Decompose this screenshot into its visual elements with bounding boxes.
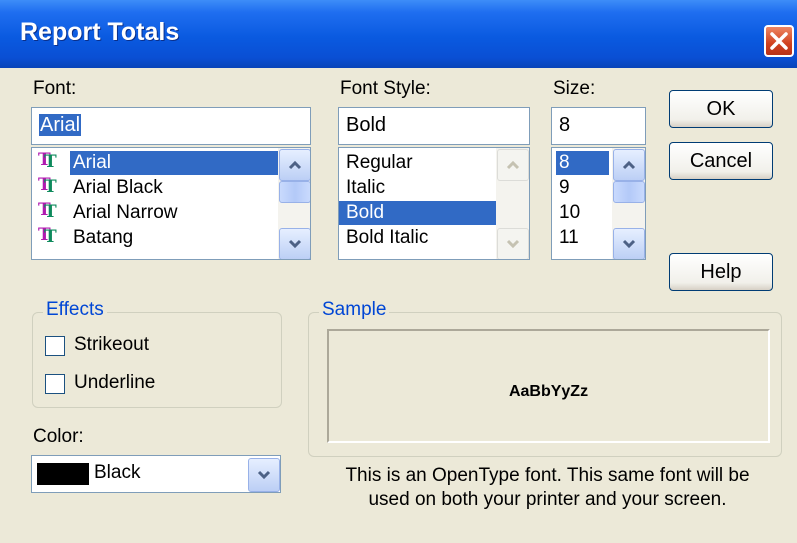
strikeout-label[interactable]: Strikeout xyxy=(74,334,149,356)
font-style-scroll-up-button[interactable] xyxy=(497,149,529,181)
chevron-up-icon xyxy=(622,160,636,170)
sample-legend: Sample xyxy=(319,299,390,321)
chevron-down-icon xyxy=(506,239,520,249)
font-scroll-down-button[interactable] xyxy=(279,228,310,259)
chevron-up-icon xyxy=(506,160,520,170)
size-input[interactable]: 8 xyxy=(551,107,646,145)
color-dropdown-button[interactable] xyxy=(248,458,280,492)
underline-checkbox[interactable] xyxy=(45,374,65,394)
color-label: Color: xyxy=(33,426,84,447)
chevron-down-icon xyxy=(257,470,271,480)
size-scroll-down-button[interactable] xyxy=(613,228,645,259)
font-info-line2: used on both your printer and your scree… xyxy=(368,489,727,510)
color-swatch xyxy=(37,463,89,485)
font-style-list-item[interactable]: Bold xyxy=(339,201,501,225)
font-style-list-item[interactable]: Regular xyxy=(339,151,501,175)
chevron-up-icon xyxy=(288,160,302,170)
strikeout-checkbox[interactable] xyxy=(45,336,65,356)
size-label: Size: xyxy=(553,78,596,99)
font-input[interactable]: Arial xyxy=(31,107,311,145)
font-style-input[interactable]: Bold xyxy=(338,107,530,145)
font-style-list[interactable]: Regular Italic Bold Bold Italic xyxy=(338,147,530,260)
sample-text: AaBbYyZz xyxy=(508,383,589,400)
close-button[interactable] xyxy=(764,25,794,57)
font-style-scroll-down-button[interactable] xyxy=(497,228,529,259)
effects-group xyxy=(32,312,282,408)
size-list-item[interactable]: 9 xyxy=(556,176,570,200)
size-list[interactable]: 8 9 10 11 xyxy=(551,147,646,260)
size-list-item[interactable]: 11 xyxy=(556,226,579,250)
font-info-line1: This is an OpenType font. This same font… xyxy=(345,465,750,486)
ok-button[interactable]: OK xyxy=(669,90,773,128)
chevron-down-icon xyxy=(288,239,302,249)
font-label: Font: xyxy=(33,78,77,99)
close-icon xyxy=(770,32,788,50)
truetype-font-icon: TT xyxy=(38,200,57,222)
font-scroll-up-button[interactable] xyxy=(279,149,310,181)
size-scroll-thumb[interactable] xyxy=(613,181,645,203)
font-list-item[interactable]: Arial xyxy=(70,151,278,175)
truetype-font-icon: TT xyxy=(38,175,57,197)
cancel-button[interactable]: Cancel xyxy=(669,142,773,180)
size-scroll-up-button[interactable] xyxy=(613,149,645,181)
window-title: Report Totals xyxy=(20,18,180,46)
font-list-item[interactable]: Batang xyxy=(70,226,133,250)
chevron-down-icon xyxy=(622,239,636,249)
size-list-item[interactable]: 10 xyxy=(556,201,580,225)
font-list[interactable]: TT Arial TT Arial Black TT Arial Narrow … xyxy=(31,147,311,260)
font-style-list-item[interactable]: Italic xyxy=(339,176,501,200)
font-style-label: Font Style: xyxy=(340,78,431,99)
font-info-text: This is an OpenType font. This same font… xyxy=(300,464,795,512)
sample-preview: AaBbYyZz xyxy=(327,329,770,443)
help-button[interactable]: Help xyxy=(669,253,773,291)
truetype-font-icon: TT xyxy=(38,150,57,172)
report-totals-dialog: Report Totals Font: Arial TT Arial TT Ar… xyxy=(0,0,797,543)
font-list-item[interactable]: Arial Black xyxy=(70,176,163,200)
effects-legend: Effects xyxy=(43,299,107,321)
font-list-item[interactable]: Arial Narrow xyxy=(70,201,178,225)
font-style-list-item[interactable]: Bold Italic xyxy=(339,226,501,250)
underline-label[interactable]: Underline xyxy=(74,372,155,394)
truetype-font-icon: TT xyxy=(38,225,57,247)
font-input-value: Arial xyxy=(39,114,82,136)
size-list-item[interactable]: 8 xyxy=(556,151,609,175)
color-select[interactable]: Black xyxy=(31,455,281,493)
color-value: Black xyxy=(94,462,141,483)
font-scroll-thumb[interactable] xyxy=(279,181,310,203)
